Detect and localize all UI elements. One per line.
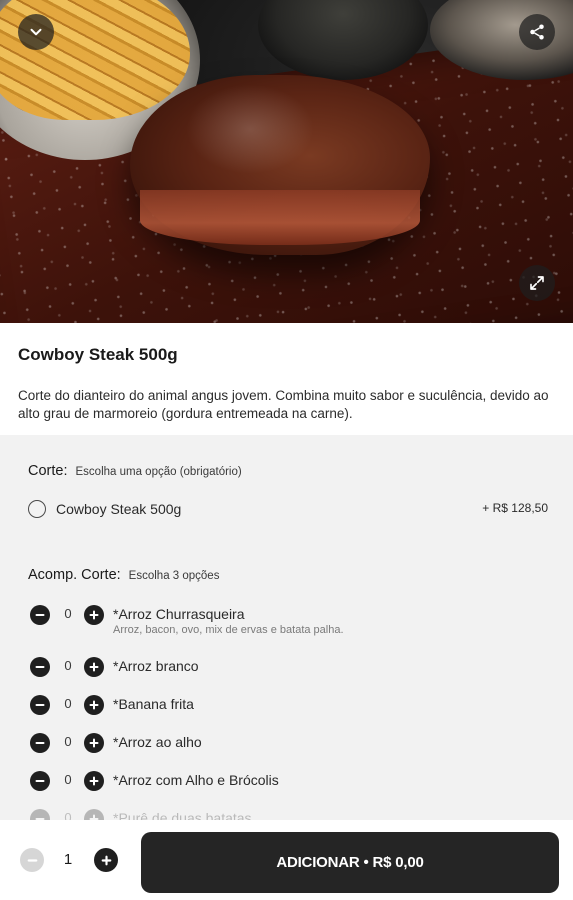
minus-icon bbox=[35, 818, 45, 820]
group-name: Acomp. Corte: bbox=[28, 567, 121, 583]
minus-icon bbox=[35, 666, 45, 668]
decrement-button[interactable] bbox=[30, 771, 50, 791]
option-label: Cowboy Steak 500g bbox=[56, 501, 182, 517]
plus-icon bbox=[89, 738, 99, 748]
group-hint: Escolha uma opção (obrigatório) bbox=[75, 466, 242, 478]
item-name: *Banana frita bbox=[113, 696, 194, 712]
bottom-action-bar: 1 ADICIONAR • R$ 0,00 bbox=[0, 820, 573, 900]
option-cowboy-steak[interactable]: Cowboy Steak 500g + R$ 128,50 bbox=[28, 498, 548, 520]
quantity-increment-button[interactable] bbox=[94, 848, 118, 872]
option-price: + R$ 128,50 bbox=[482, 501, 548, 515]
increment-button[interactable] bbox=[84, 809, 104, 820]
plus-icon bbox=[101, 855, 111, 865]
share-button[interactable] bbox=[519, 14, 555, 50]
group-name: Corte: bbox=[28, 463, 68, 479]
increment-button[interactable] bbox=[84, 657, 104, 677]
decrement-button[interactable] bbox=[30, 605, 50, 625]
side-item-arroz-branco: 0 *Arroz branco bbox=[28, 657, 548, 693]
plus-icon bbox=[89, 776, 99, 786]
side-item-arroz-churrasqueira: 0 *Arroz Churrasqueira Arroz, bacon, ovo… bbox=[28, 605, 548, 641]
item-name: *Arroz com Alho e Brócolis bbox=[113, 772, 279, 788]
quantity-value: 1 bbox=[63, 851, 73, 868]
side-item-pure-de-duas-batatas: 0 *Purê de duas batatas bbox=[28, 809, 548, 820]
expand-image-button[interactable] bbox=[519, 265, 555, 301]
decrement-button[interactable] bbox=[30, 733, 50, 753]
item-description: Arroz, bacon, ovo, mix de ervas e batata… bbox=[113, 624, 344, 636]
side-item-arroz-com-alho-e-brocolis: 0 *Arroz com Alho e Brócolis bbox=[28, 771, 548, 807]
increment-button[interactable] bbox=[84, 733, 104, 753]
plus-icon bbox=[89, 610, 99, 620]
item-count: 0 bbox=[64, 696, 72, 711]
side-item-banana-frita: 0 *Banana frita bbox=[28, 695, 548, 731]
minus-icon bbox=[35, 704, 45, 706]
minus-icon bbox=[35, 742, 45, 744]
item-count: 0 bbox=[64, 606, 72, 621]
minus-icon bbox=[27, 858, 37, 862]
item-count: 0 bbox=[64, 658, 72, 673]
increment-button[interactable] bbox=[84, 771, 104, 791]
item-name: *Arroz ao alho bbox=[113, 734, 202, 750]
steak bbox=[130, 75, 430, 255]
product-detail-screen: Cowboy Steak 500g Corte do dianteiro do … bbox=[0, 0, 573, 900]
group-header-corte: Corte: Escolha uma opção (obrigatório) bbox=[28, 463, 242, 479]
radio-button[interactable] bbox=[28, 500, 46, 518]
add-to-cart-button[interactable]: ADICIONAR • R$ 0,00 bbox=[141, 832, 559, 893]
increment-button[interactable] bbox=[84, 605, 104, 625]
options-panel[interactable]: Corte: Escolha uma opção (obrigatório) C… bbox=[0, 435, 573, 820]
decrement-button[interactable] bbox=[30, 809, 50, 820]
side-item-arroz-ao-alho: 0 *Arroz ao alho bbox=[28, 733, 548, 769]
decrement-button[interactable] bbox=[30, 657, 50, 677]
increment-button[interactable] bbox=[84, 695, 104, 715]
item-count: 0 bbox=[64, 734, 72, 749]
decrement-button[interactable] bbox=[30, 695, 50, 715]
product-image bbox=[0, 0, 573, 323]
item-count: 0 bbox=[64, 810, 72, 820]
product-title: Cowboy Steak 500g bbox=[18, 345, 178, 364]
plus-icon bbox=[89, 700, 99, 710]
group-hint: Escolha 3 opções bbox=[128, 570, 220, 582]
expand-icon bbox=[530, 276, 544, 290]
item-count: 0 bbox=[64, 772, 72, 787]
minus-icon bbox=[35, 614, 45, 616]
item-name: *Arroz Churrasqueira bbox=[113, 606, 245, 622]
group-header-acomp: Acomp. Corte: Escolha 3 opções bbox=[28, 567, 219, 583]
item-name: *Purê de duas batatas bbox=[113, 810, 252, 820]
collapse-button[interactable] bbox=[18, 14, 54, 50]
plus-icon bbox=[89, 814, 99, 820]
share-icon bbox=[530, 24, 544, 40]
chevron-down-icon bbox=[30, 28, 42, 36]
minus-icon bbox=[35, 780, 45, 782]
item-name: *Arroz branco bbox=[113, 658, 199, 674]
plus-icon bbox=[89, 662, 99, 672]
product-description: Corte do dianteiro do animal angus jovem… bbox=[18, 388, 549, 421]
product-info: Cowboy Steak 500g Corte do dianteiro do … bbox=[0, 323, 573, 435]
quantity-decrement-button[interactable] bbox=[20, 848, 44, 872]
